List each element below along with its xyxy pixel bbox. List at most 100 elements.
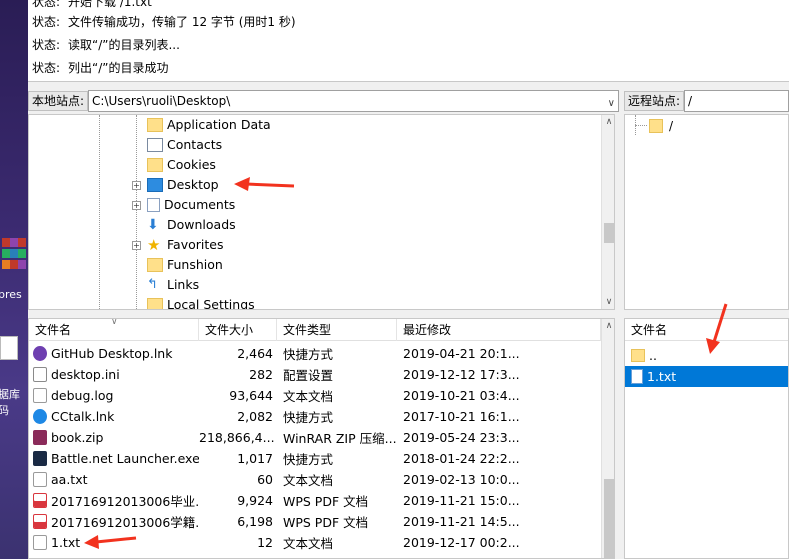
file-modified: 2019-05-24 23:3... [403,430,520,445]
remote-file-name: 1.txt [647,369,677,384]
file-name-cell: desktop.ini [29,367,199,382]
file-name: aa.txt [51,472,88,487]
tree-node-label: Favorites [167,237,224,252]
pdf-icon [33,493,47,508]
scroll-down-icon[interactable]: ∨ [602,295,614,309]
folder-icon [649,119,663,133]
file-row[interactable]: CCtalk.lnk 2,082 快捷方式 2017-10-21 16:1... [29,406,601,427]
file-size: 2,082 [237,409,273,424]
scrollbar-thumb[interactable] [604,479,614,558]
file-name-cell: GitHub Desktop.lnk [29,346,199,361]
scroll-up-icon[interactable]: ∧ [602,319,614,333]
remote-path-input[interactable]: / [684,90,789,112]
file-name-cell: 201716912013006毕业... [29,491,199,510]
file-name: book.zip [51,430,104,445]
tree-node[interactable]: Cookies [129,155,216,175]
local-path-input[interactable]: C:\Users\ruoli\Desktop\ ∨ [88,90,619,112]
tree-node[interactable]: Funshion [129,255,223,275]
tree-node-label: Funshion [167,257,223,272]
file-row[interactable]: 201716912013006学籍... 6,198 WPS PDF 文档 2019-… [29,511,601,532]
file-type: 文本文档 [283,389,334,404]
filezilla-window: { "status_log": [ {"key": "状态:", "text":… [0,0,789,559]
folder-icon [147,258,163,272]
file-row[interactable]: GitHub Desktop.lnk 2,464 快捷方式 2019-04-21 20… [29,343,601,364]
file-row[interactable]: desktop.ini 282 配置设置 2019-12-12 17:3... [29,364,601,385]
file-type: WinRAR ZIP 压缩... [283,431,397,446]
file-modified: 2019-11-21 15:0... [403,493,520,508]
tree-node-label: Documents [164,197,236,212]
local-tree-scrollbar[interactable]: ∧ ∨ [601,115,614,309]
desktop-item-label: pres [0,288,22,301]
document-icon[interactable] [0,336,18,360]
column-header-size[interactable]: 文件大小 [199,319,277,341]
remote-file-row-selected[interactable]: 1.txt [625,366,788,387]
desktop-item-label: 码 [0,404,9,417]
folder-icon [147,298,163,309]
tree-node[interactable]: + Documents [129,195,235,215]
file-name-cell: aa.txt [29,472,199,487]
file-type: 配置设置 [283,368,334,383]
local-site-label: 本地站点: [28,91,89,111]
expand-icon[interactable]: + [132,180,141,190]
remote-tree-root[interactable]: / [649,117,673,135]
file-size: 60 [257,472,273,487]
file-row[interactable]: 201716912013006毕业... 9,924 WPS PDF 文档 2019-… [29,490,601,511]
tree-node[interactable]: ⬇ Downloads [129,215,236,235]
download-icon: ⬇ [147,217,159,233]
tree-node[interactable]: + ★ Favorites [129,235,223,255]
tree-guide-line [635,125,647,126]
remote-site-label: 远程站点: [624,91,685,111]
file-name-cell: CCtalk.lnk [29,409,199,424]
file-name-cell: debug.log [29,388,199,403]
status-log: 状态: 开始下载 /1.txt 状态: 文件传输成功，传输了 12 字节 (用时1 … [28,0,789,82]
remote-site-bar: 远程站点: / [624,90,789,112]
column-header-modified[interactable]: 最近修改 [397,319,601,341]
file-row[interactable]: debug.log 93,644 文本文档 2019-10-21 03:4... [29,385,601,406]
file-modified: 2019-04-21 20:1... [403,346,520,361]
file-modified: 2019-02-13 10:0... [403,472,520,487]
expand-icon[interactable]: + [132,200,141,210]
file-size: 218,866,4... [199,430,275,445]
github-icon [33,346,47,361]
remote-directory-tree: / [624,114,789,310]
tree-node[interactable]: ↰ Links [129,275,199,295]
file-type: 文本文档 [283,536,334,551]
file-row[interactable]: book.zip 218,866,4... WinRAR ZIP 压缩... 2019… [29,427,601,448]
folder-icon [147,158,163,172]
local-list-scrollbar[interactable]: ∧ [601,319,614,558]
cctalk-icon [33,409,47,424]
desktop-background: pres 据库 码 [0,0,28,559]
winrar-icon[interactable] [0,236,26,276]
file-name: 201716912013006毕业... [51,494,199,509]
scrollbar-thumb[interactable] [604,223,614,243]
expand-icon[interactable]: + [132,240,141,250]
file-name-cell: 201716912013006学籍... [29,512,199,531]
tree-node[interactable]: Application Data [129,115,271,135]
folder-icon [147,118,163,132]
local-path-value: C:\Users\ruoli\Desktop\ [92,94,231,108]
winrar-icon [33,430,47,445]
tree-guide-line [99,115,100,309]
file-type: WPS PDF 文档 [283,494,369,509]
file-size: 2,464 [237,346,273,361]
column-header-type[interactable]: 文件类型 [277,319,397,341]
file-size: 9,924 [237,493,273,508]
log-line: 状态: 列出“/”的目录成功 [32,61,169,75]
file-size: 6,198 [237,514,273,529]
scroll-up-icon[interactable]: ∧ [602,115,614,129]
tree-node[interactable]: + Desktop [129,175,219,195]
file-type: 快捷方式 [283,452,334,467]
file-type: 文本文档 [283,473,334,488]
file-row[interactable]: Battle.net Launcher.exe... 1,017 快捷方式 2018-… [29,448,601,469]
file-name: desktop.ini [51,367,120,382]
log-line: 状态: 读取“/”的目录列表... [32,38,180,52]
file-row[interactable]: aa.txt 60 文本文档 2019-02-13 10:0... [29,469,601,490]
tree-node[interactable]: Contacts [129,135,222,155]
file-modified: 2017-10-21 16:1... [403,409,520,424]
remote-tree-root-label: / [669,119,674,133]
chevron-down-icon[interactable]: ∨ [608,94,615,114]
file-modified: 2019-10-21 03:4... [403,388,520,403]
folder-icon [631,349,645,362]
tree-node[interactable]: Local Settings [129,295,255,309]
log-line: 状态: 文件传输成功，传输了 12 字节 (用时1 秒) [32,15,296,29]
